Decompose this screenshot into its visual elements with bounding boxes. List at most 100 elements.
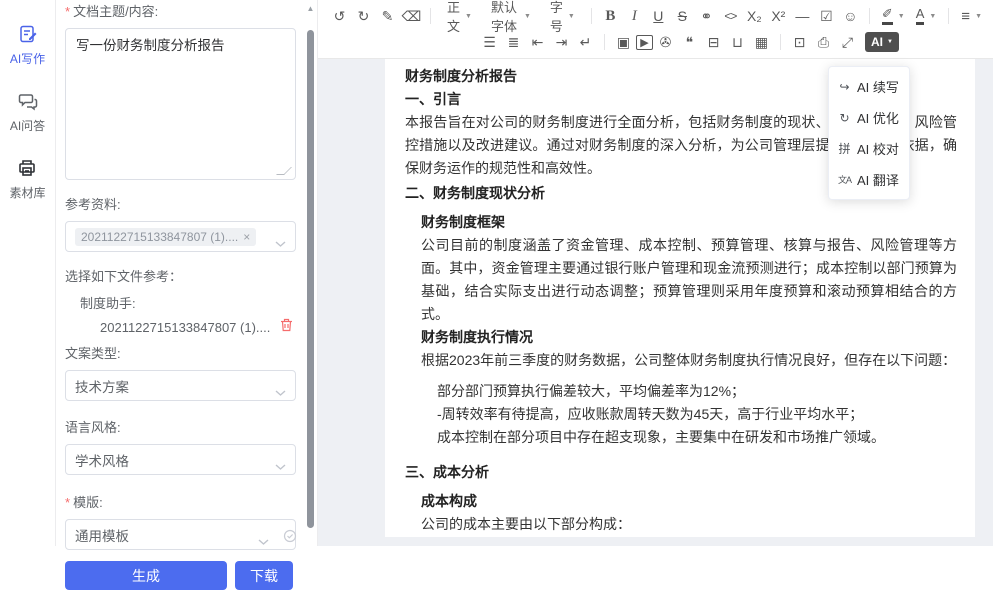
sidebar-item-material-library[interactable]: 素材库 bbox=[9, 158, 45, 201]
form-panel: *文档主题/内容: 写一份财务制度分析报告 参考资料: 202112271513… bbox=[56, 0, 318, 546]
doc-paragraph: 公司目前的制度涵盖了资金管理、成本控制、预算管理、核算与报告、风险管理等方面。其… bbox=[405, 234, 957, 326]
clear-format-icon[interactable]: ⌫ bbox=[400, 5, 423, 28]
topic-input[interactable]: 写一份财务制度分析报告 bbox=[65, 28, 296, 180]
scroll-up-icon[interactable]: ▲ bbox=[305, 4, 316, 13]
caret-down-icon: ▼ bbox=[887, 39, 893, 45]
toolbar-row-2: ☰ ≣ ⇤ ⇥ ↵ ▣ ▶ ✇ ❝ ⊟ ⊔ ▦ ⊡ ⎙ ⤢ AI ▼ bbox=[328, 29, 987, 55]
file-group-label: 制度助手: bbox=[65, 293, 293, 312]
print-icon[interactable]: ⎙ bbox=[812, 31, 835, 54]
inline-code-icon[interactable]: <> bbox=[719, 5, 742, 28]
download-button[interactable]: 下载 bbox=[235, 561, 293, 590]
divider bbox=[604, 34, 605, 50]
divider bbox=[780, 34, 781, 50]
style-label: 语言风格: bbox=[65, 417, 293, 436]
font-color-icon: A bbox=[916, 7, 925, 24]
scrollbar-thumb[interactable] bbox=[307, 30, 314, 528]
reference-label: 参考资料: bbox=[65, 194, 293, 213]
reference-select[interactable]: 2021122715133847807 (1).... × bbox=[65, 221, 296, 252]
underline-icon[interactable]: U bbox=[647, 5, 670, 28]
menu-item-label: AI 校对 bbox=[857, 139, 899, 158]
divider bbox=[430, 8, 431, 24]
horizontal-rule-icon[interactable]: — bbox=[791, 5, 814, 28]
caret-down-icon: ▼ bbox=[568, 13, 575, 20]
font-family-select[interactable]: 默认字体▼ bbox=[482, 5, 540, 28]
sidebar-item-ai-qa[interactable]: AI问答 bbox=[10, 91, 45, 134]
indent-icon[interactable]: ⇥ bbox=[550, 31, 573, 54]
task-list-icon[interactable]: ☑ bbox=[815, 5, 838, 28]
italic-icon[interactable]: I bbox=[623, 5, 646, 28]
format-painter-icon[interactable]: ✎ bbox=[376, 5, 399, 28]
attachment-icon[interactable]: ✇ bbox=[654, 31, 677, 54]
ai-writing-icon bbox=[18, 24, 38, 47]
fullscreen-icon[interactable]: ⤢ bbox=[836, 31, 859, 54]
reference-tag: 2021122715133847807 (1).... × bbox=[75, 228, 256, 246]
divider bbox=[948, 8, 949, 24]
doc-list-item: -周转效率有待提高，应收账款周转天数为45天，高于行业平均水平； bbox=[405, 403, 957, 426]
emoji-icon[interactable]: ☺ bbox=[839, 5, 862, 28]
code-block-icon[interactable]: ⊔ bbox=[726, 31, 749, 54]
check-circle-icon bbox=[283, 529, 297, 546]
caret-down-icon: ▼ bbox=[975, 13, 982, 20]
doc-list-item: 部分部门预算执行偏差较大，平均偏差率为12%； bbox=[405, 380, 957, 403]
copy-type-select[interactable]: 技术方案 bbox=[65, 370, 296, 401]
sidebar-item-ai-writing[interactable]: AI写作 bbox=[10, 24, 45, 67]
blockquote-icon[interactable]: ❝ bbox=[678, 31, 701, 54]
style-select[interactable]: 学术风格 bbox=[65, 444, 296, 475]
required-asterisk: * bbox=[65, 4, 70, 19]
sidebar-item-label: 素材库 bbox=[9, 184, 45, 201]
generate-button[interactable]: 生成 bbox=[65, 561, 227, 590]
ai-menu-button[interactable]: AI ▼ bbox=[865, 32, 899, 52]
doc-list-item: 成本控制在部分项目中存在超支现象，主要集中在研发和市场推广领域。 bbox=[405, 426, 957, 449]
menu-item-label: AI 翻译 bbox=[857, 170, 899, 189]
menu-item-ai-optimize[interactable]: ↻ AI 优化 bbox=[829, 102, 909, 133]
insert-table-icon[interactable]: ▦ bbox=[750, 31, 773, 54]
redo-icon[interactable]: ↻ bbox=[352, 5, 375, 28]
copy-type-label: 文案类型: bbox=[65, 343, 293, 362]
menu-item-ai-proofread[interactable]: 拼 AI 校对 bbox=[829, 133, 909, 164]
ai-continue-icon: ↪ bbox=[837, 80, 852, 94]
paragraph-style-select[interactable]: 正文▼ bbox=[438, 5, 481, 28]
template-select[interactable]: 通用模板 bbox=[65, 519, 296, 550]
undo-icon[interactable]: ↺ bbox=[328, 5, 351, 28]
toolbar-row-1: ↺ ↻ ✎ ⌫ 正文▼ 默认字体▼ 字号▼ B I U S ⚭ bbox=[328, 3, 987, 29]
material-library-icon bbox=[17, 158, 37, 181]
sidebar: AI写作 AI问答 素材库 bbox=[0, 0, 56, 546]
template-value: 通用模板 bbox=[75, 525, 129, 545]
trash-icon[interactable] bbox=[280, 318, 293, 337]
embed-icon[interactable]: ⊡ bbox=[788, 31, 811, 54]
chevron-down-icon bbox=[275, 458, 286, 473]
tag-close-icon[interactable]: × bbox=[243, 230, 250, 244]
align-select[interactable]: ≡ ▼ bbox=[956, 5, 987, 28]
caret-down-icon: ▼ bbox=[929, 13, 936, 20]
subscript-icon[interactable]: X₂ bbox=[743, 5, 766, 28]
chevron-down-icon bbox=[275, 235, 286, 250]
panel-scrollbar: ▲ bbox=[305, 0, 316, 546]
ordered-list-icon[interactable]: ≣ bbox=[502, 31, 525, 54]
menu-item-ai-translate[interactable]: 文A AI 翻译 bbox=[829, 164, 909, 195]
text-wrap-icon[interactable]: ↵ bbox=[574, 31, 597, 54]
caret-down-icon: ▼ bbox=[524, 13, 531, 20]
font-size-select[interactable]: 字号▼ bbox=[541, 5, 584, 28]
strikethrough-icon[interactable]: S bbox=[671, 5, 694, 28]
caret-down-icon: ▼ bbox=[465, 13, 472, 20]
section-break-icon[interactable]: ⊟ bbox=[702, 31, 725, 54]
editor-toolbar: ↺ ↻ ✎ ⌫ 正文▼ 默认字体▼ 字号▼ B I U S ⚭ bbox=[318, 0, 993, 59]
highlight-color-select[interactable]: ✐ ▼ bbox=[877, 5, 910, 28]
bold-icon[interactable]: B bbox=[599, 5, 622, 28]
doc-subheading-execution: 财务制度执行情况 bbox=[405, 326, 957, 349]
menu-item-ai-continue[interactable]: ↪ AI 续写 bbox=[829, 71, 909, 102]
highlight-pen-icon: ✐ bbox=[882, 7, 893, 24]
font-color-select[interactable]: A ▼ bbox=[911, 5, 942, 28]
outdent-icon[interactable]: ⇤ bbox=[526, 31, 549, 54]
align-icon: ≡ bbox=[961, 8, 970, 25]
ai-qa-icon bbox=[18, 91, 38, 114]
copy-type-value: 技术方案 bbox=[75, 376, 129, 396]
divider bbox=[591, 8, 592, 24]
sidebar-item-label: AI写作 bbox=[10, 50, 45, 67]
insert-image-icon[interactable]: ▣ bbox=[612, 31, 635, 54]
superscript-icon[interactable]: X² bbox=[767, 5, 790, 28]
caret-down-icon: ▼ bbox=[898, 13, 905, 20]
bullet-list-icon[interactable]: ☰ bbox=[478, 31, 501, 54]
link-icon[interactable]: ⚭ bbox=[695, 5, 718, 28]
insert-video-icon[interactable]: ▶ bbox=[636, 35, 653, 50]
